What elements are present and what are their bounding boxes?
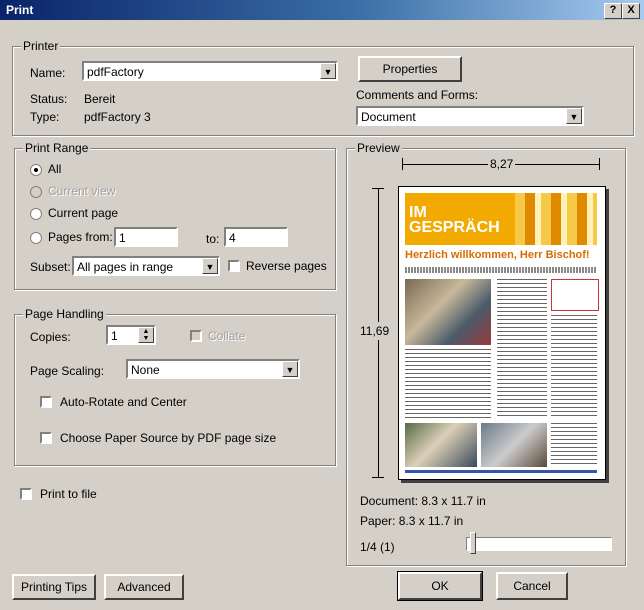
copies-value: 1 xyxy=(111,329,118,343)
radio-current-page[interactable] xyxy=(30,208,42,220)
preview-banner: IM GESPRÄCH xyxy=(405,193,597,245)
comments-forms-value: Document xyxy=(361,110,416,124)
advanced-button[interactable]: Advanced xyxy=(104,574,184,600)
subset-select[interactable]: All pages in range ▼ xyxy=(72,256,220,276)
radio-all-label: All xyxy=(48,162,62,176)
height-dimension-label: 11,69 xyxy=(360,322,390,340)
preview-footer xyxy=(405,470,597,473)
document-size-label: Document: 8.3 x 11.7 in xyxy=(360,494,486,508)
preview-text-column xyxy=(551,423,597,467)
window-title: Print xyxy=(6,3,34,17)
preview-text-column xyxy=(405,349,491,419)
chevron-down-icon[interactable]: ▼ xyxy=(320,63,336,79)
radio-current-view-label: Current view xyxy=(48,184,116,198)
preview-photo xyxy=(481,423,547,467)
properties-button[interactable]: Properties xyxy=(358,56,462,82)
width-dimension-tick xyxy=(402,158,403,170)
autorotate-label: Auto-Rotate and Center xyxy=(60,395,187,409)
chevron-down-icon[interactable]: ▼ xyxy=(282,361,298,377)
print-range-group-label: Print Range xyxy=(23,141,91,155)
subset-value: All pages in range xyxy=(77,260,174,274)
paper-size-label: Paper: 8.3 x 11.7 in xyxy=(360,514,464,528)
preview-logo: IM GESPRÄCH xyxy=(409,204,500,236)
autorotate-checkbox[interactable] xyxy=(40,396,52,408)
page-handling-group-label: Page Handling xyxy=(23,307,106,321)
radio-current-page-label: Current page xyxy=(48,206,119,220)
height-dimension-tick xyxy=(372,477,384,478)
page-indicator: 1/4 (1) xyxy=(360,540,395,554)
height-dimension-tick xyxy=(372,188,384,189)
page-scaling-label: Page Scaling: xyxy=(30,364,105,378)
printing-tips-button[interactable]: Printing Tips xyxy=(12,574,96,600)
pages-from-input[interactable]: 1 xyxy=(114,227,178,247)
printer-type-label: Type: xyxy=(30,110,60,124)
radio-current-view[interactable] xyxy=(30,186,42,198)
copies-label: Copies: xyxy=(30,330,71,344)
page-preview: IM GESPRÄCH Herzlich willkommen, Herr Bi… xyxy=(398,186,606,480)
help-button[interactable]: ? xyxy=(604,3,622,19)
collate-checkbox[interactable] xyxy=(190,330,202,342)
width-dimension-tick xyxy=(599,158,600,170)
choose-paper-label: Choose Paper Source by PDF page size xyxy=(60,431,277,445)
preview-headline: Herzlich willkommen, Herr Bischof! xyxy=(405,249,590,261)
preview-text-column xyxy=(551,315,597,419)
title-bar: Print ? X xyxy=(0,0,644,20)
preview-text-column xyxy=(497,279,547,419)
preview-text xyxy=(405,267,597,273)
close-button[interactable]: X xyxy=(622,3,640,19)
preview-crest xyxy=(551,279,599,311)
width-dimension-label: 8,27 xyxy=(488,157,516,171)
radio-pages-label: Pages from: xyxy=(48,230,113,244)
copies-input[interactable]: 1 ▲ ▼ xyxy=(106,325,156,345)
choose-paper-checkbox[interactable] xyxy=(40,432,52,444)
printer-status-value: Bereit xyxy=(84,92,116,106)
pages-to-label: to: xyxy=(206,232,220,246)
printer-name-label: Name: xyxy=(30,66,66,80)
preview-photo xyxy=(405,279,491,345)
chevron-down-icon[interactable]: ▼ xyxy=(566,108,582,124)
subset-label: Subset: xyxy=(30,260,71,274)
spinner-icon[interactable]: ▲ ▼ xyxy=(138,327,154,343)
page-slider-track[interactable] xyxy=(466,537,612,551)
page-scaling-select[interactable]: None ▼ xyxy=(126,359,300,379)
printer-group-label: Printer xyxy=(21,39,61,53)
preview-banner-pattern xyxy=(515,193,597,245)
radio-all[interactable] xyxy=(30,164,42,176)
printer-name-select[interactable]: pdfFactory ▼ xyxy=(82,61,338,81)
pages-to-input[interactable]: 4 xyxy=(224,227,288,247)
preview-group-label: Preview xyxy=(355,141,402,155)
printer-type-value: pdfFactory 3 xyxy=(84,110,151,124)
page-slider-thumb[interactable] xyxy=(470,532,476,554)
collate-label: Collate xyxy=(208,329,246,343)
comments-forms-select[interactable]: Document ▼ xyxy=(356,106,584,126)
preview-photo xyxy=(405,423,477,467)
print-to-file-label: Print to file xyxy=(40,487,97,501)
chevron-down-icon[interactable]: ▼ xyxy=(202,258,218,274)
reverse-pages-checkbox[interactable] xyxy=(228,260,240,272)
comments-forms-label: Comments and Forms: xyxy=(356,88,479,102)
print-to-file-checkbox[interactable] xyxy=(20,488,32,500)
ok-button[interactable]: OK xyxy=(397,571,483,601)
printer-name-value: pdfFactory xyxy=(87,65,144,79)
printer-status-label: Status: xyxy=(30,92,68,106)
radio-pages[interactable] xyxy=(30,232,42,244)
page-scaling-value: None xyxy=(131,363,160,377)
reverse-pages-label: Reverse pages xyxy=(246,259,327,273)
cancel-button[interactable]: Cancel xyxy=(496,572,568,600)
